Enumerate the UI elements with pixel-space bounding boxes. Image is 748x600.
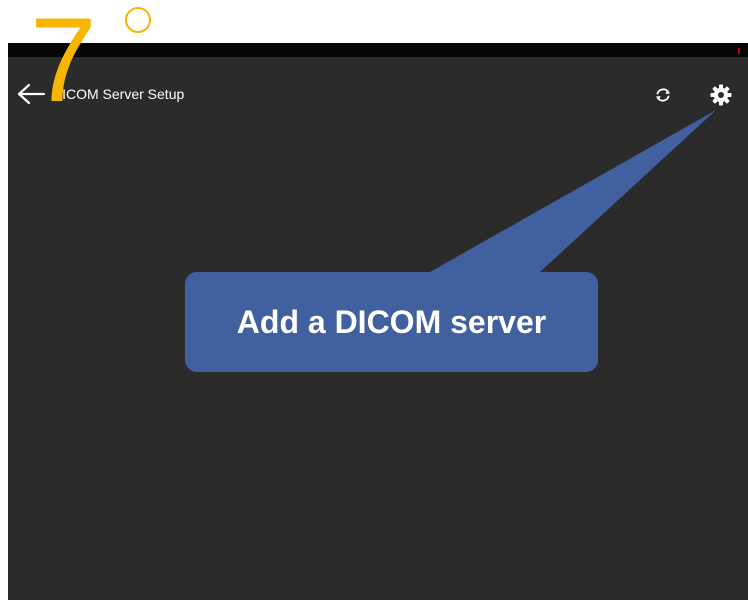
step-number: 7	[30, 0, 97, 127]
battery-indicator	[738, 48, 740, 54]
status-bar	[8, 43, 748, 57]
app-header: DICOM Server Setup	[8, 57, 748, 127]
refresh-icon[interactable]	[653, 85, 673, 105]
tutorial-screenshot: DICOM Server Setup Add a DICOM server 7	[0, 0, 748, 600]
callout-box: Add a DICOM server	[185, 272, 598, 372]
gear-icon[interactable]	[709, 83, 733, 107]
degree-ring-icon	[125, 7, 151, 33]
callout-text: Add a DICOM server	[236, 303, 547, 340]
